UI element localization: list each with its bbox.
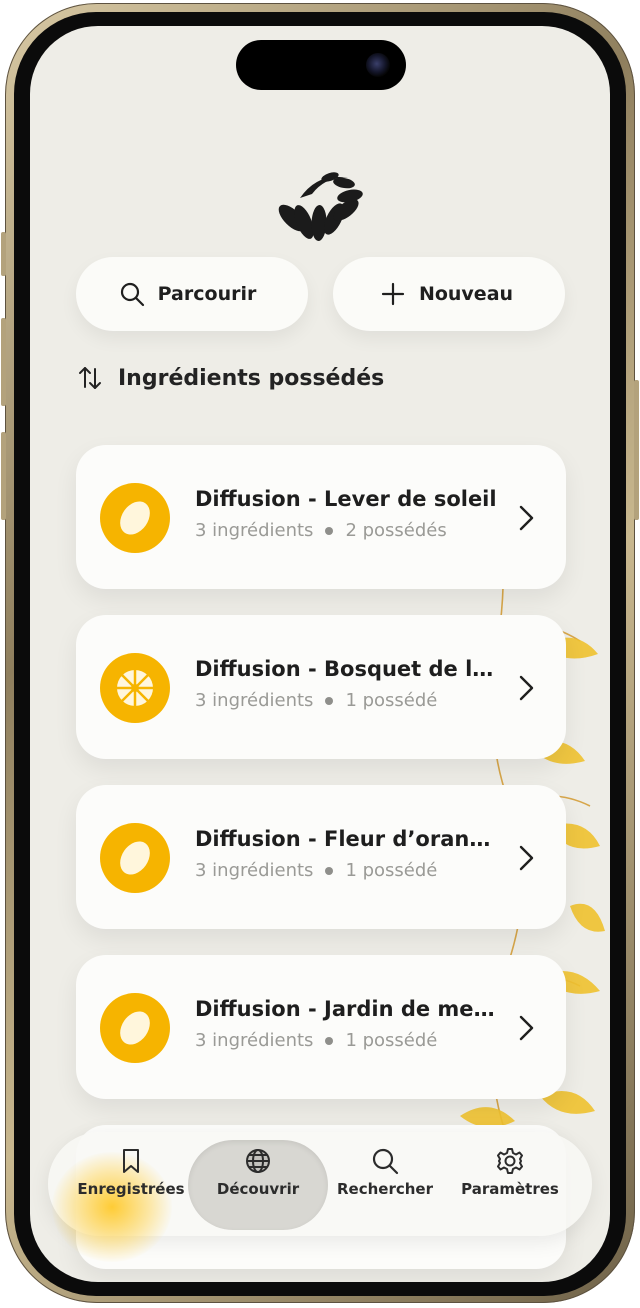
ingredient-count: 3 ingrédients xyxy=(195,520,314,541)
chevron-right-icon xyxy=(519,675,534,701)
globe-icon xyxy=(246,1149,270,1173)
recipe-title: Diffusion - Jardin de men... xyxy=(195,997,500,1021)
tab-settings[interactable]: Paramètres xyxy=(445,1146,575,1226)
tab-settings-label: Paramètres xyxy=(461,1180,559,1198)
separator-dot xyxy=(325,866,334,875)
recipe-title: Diffusion - Bosquet de la... xyxy=(195,657,500,681)
owned-count: 1 possédé xyxy=(345,1030,438,1051)
recipe-card[interactable]: Diffusion - Jardin de men... 3 ingrédien… xyxy=(76,955,566,1099)
ingredient-count: 3 ingrédients xyxy=(195,1030,314,1051)
recipe-card[interactable]: Diffusion - Lever de soleil 3 ingrédient… xyxy=(76,445,566,589)
volume-up-button xyxy=(1,318,6,406)
recipe-meta: 3 ingrédients 1 possédé xyxy=(195,690,437,711)
browse-label: Parcourir xyxy=(157,283,257,305)
recipe-meta: 3 ingrédients 2 possédés xyxy=(195,520,447,541)
separator-dot xyxy=(325,696,334,705)
tab-saved[interactable]: Enregistrées xyxy=(66,1146,196,1226)
separator-dot xyxy=(325,526,334,535)
owned-count: 1 possédé xyxy=(345,690,438,711)
new-button[interactable]: Nouveau xyxy=(333,257,565,331)
tab-discover-label: Découvrir xyxy=(216,1180,300,1198)
sort-toggle[interactable]: Ingrédients possédés xyxy=(76,360,384,396)
recipe-card[interactable]: Diffusion - Fleur d’oranger 3 ingrédient… xyxy=(76,785,566,929)
chevron-right-icon xyxy=(519,1015,534,1041)
dynamic-island xyxy=(236,40,406,90)
screen: Parcourir Nouveau Ingrédients possédés D… xyxy=(30,26,610,1282)
recipe-meta: 3 ingrédients 1 possédé xyxy=(195,860,437,881)
lemon-icon xyxy=(100,483,170,553)
lemon-icon xyxy=(100,823,170,893)
ingredient-count: 3 ingrédients xyxy=(195,860,314,881)
camera-icon xyxy=(366,53,390,77)
new-label: Nouveau xyxy=(418,283,514,305)
sort-arrows-icon xyxy=(79,367,101,389)
search-icon xyxy=(120,282,144,307)
power-button xyxy=(634,380,639,520)
chevron-right-icon xyxy=(519,845,534,871)
tab-search-label: Rechercher xyxy=(336,1180,433,1198)
ingredient-count: 3 ingrédients xyxy=(195,690,314,711)
owned-count: 1 possédé xyxy=(345,860,438,881)
tab-search[interactable]: Rechercher xyxy=(320,1146,450,1226)
action-button xyxy=(1,232,6,276)
gear-icon xyxy=(497,1148,523,1174)
recipe-title: Diffusion - Fleur d’oranger xyxy=(195,827,500,851)
tab-bar: Enregistrées Découvrir Rechercher Paramè… xyxy=(48,1132,592,1262)
chevron-right-icon xyxy=(519,505,534,531)
recipe-card[interactable]: Diffusion - Bosquet de la... 3 ingrédien… xyxy=(76,615,566,759)
browse-button[interactable]: Parcourir xyxy=(76,257,308,331)
sort-label: Ingrédients possédés xyxy=(118,365,385,391)
tab-discover[interactable]: Découvrir xyxy=(193,1146,323,1226)
lemon-icon xyxy=(100,993,170,1063)
recipe-title: Diffusion - Lever de soleil xyxy=(195,487,497,511)
plus-icon xyxy=(381,282,405,306)
search-icon xyxy=(372,1148,399,1175)
citrus-slice-icon xyxy=(100,653,170,723)
separator-dot xyxy=(325,1036,334,1045)
flower-logo-icon xyxy=(278,172,363,241)
volume-down-button xyxy=(1,432,6,520)
owned-count: 2 possédés xyxy=(345,520,447,541)
tab-saved-label: Enregistrées xyxy=(77,1180,185,1198)
bookmark-icon xyxy=(123,1149,139,1173)
recipe-meta: 3 ingrédients 1 possédé xyxy=(195,1030,437,1051)
